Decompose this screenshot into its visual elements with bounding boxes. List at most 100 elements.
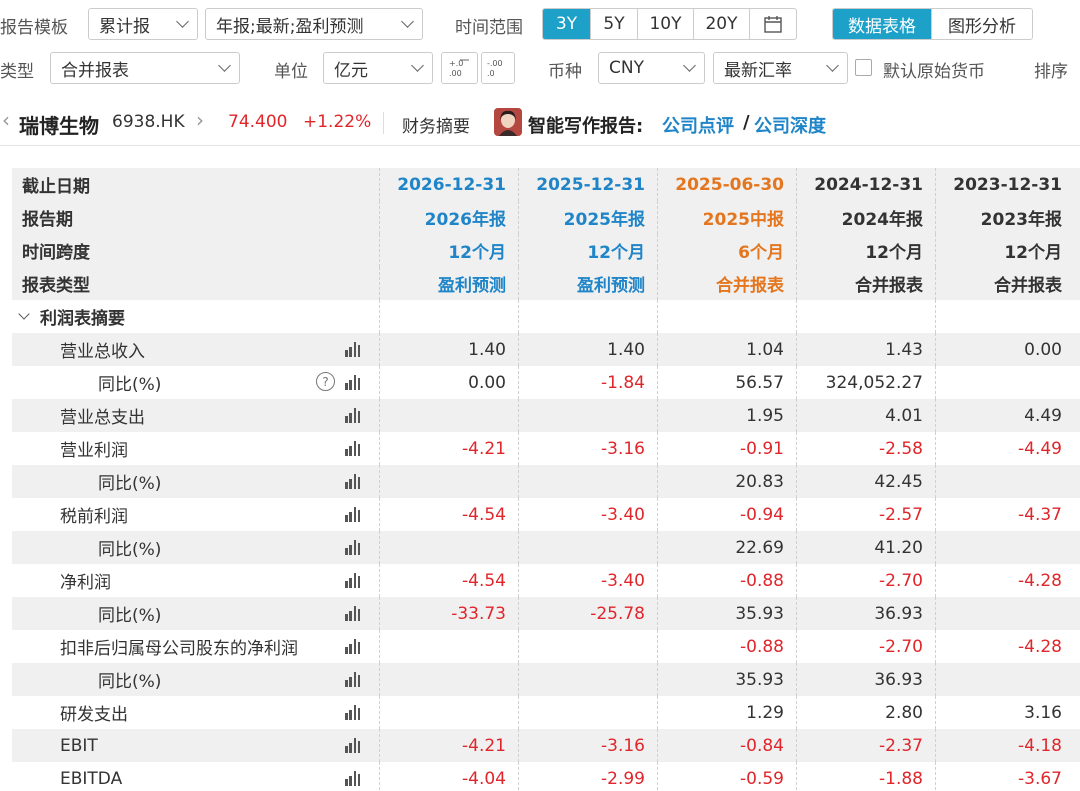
calendar-button[interactable] — [750, 9, 796, 39]
range-3y-button[interactable]: 3Y — [543, 9, 591, 39]
time-range-label: 时间范围 — [455, 18, 523, 38]
decrease-decimal-button[interactable]: -.00 .0 — [481, 52, 515, 84]
chevron-down-icon[interactable] — [18, 308, 30, 320]
value-cell: 2.80 — [796, 696, 935, 729]
unit-select-value: 亿元 — [334, 60, 368, 81]
chevron-down-icon — [411, 59, 424, 72]
value-cell: 35.93 — [657, 597, 796, 630]
value-cell: 1.40 — [379, 333, 518, 366]
bar-chart-icon[interactable] — [345, 507, 361, 522]
company-review-link[interactable]: 公司点评 — [662, 112, 734, 138]
bar-chart-icon[interactable] — [345, 474, 361, 489]
value-cell — [518, 696, 657, 729]
bar-chart-icon[interactable] — [345, 342, 361, 357]
chevron-down-icon — [683, 59, 696, 72]
stock-header: ‹ 瑞博生物 6938.HK › 74.400 +1.22% 财务摘要 智能写作… — [0, 100, 1080, 146]
type-label: 类型 — [0, 62, 34, 82]
row-label: 同比(%) — [98, 672, 162, 692]
company-depth-link[interactable]: 公司深度 — [754, 112, 826, 138]
bar-chart-icon[interactable] — [345, 771, 361, 786]
view-tabs: 数据表格 图形分析 — [832, 8, 1033, 40]
value-cell: -0.94 — [657, 498, 796, 531]
row-label: 同比(%) — [98, 606, 162, 626]
value-cell: -2.70 — [796, 564, 935, 597]
value-cell: 36.93 — [796, 663, 935, 696]
section-row[interactable]: 利润表摘要 — [12, 300, 1080, 333]
value-cell: -4.28 — [935, 564, 1074, 597]
range-10y-button[interactable]: 10Y — [638, 9, 694, 39]
bar-chart-icon[interactable] — [345, 705, 361, 720]
header-cell: 2025中报 — [657, 201, 796, 234]
bar-chart-icon[interactable] — [345, 573, 361, 588]
svg-text:.00: .00 — [449, 69, 462, 78]
value-cell — [935, 531, 1074, 564]
section-title-text: 利润表摘要 — [40, 309, 125, 329]
exchange-rate-select[interactable]: 最新汇率 — [713, 52, 848, 84]
table-row: 同比(%) 35.93 36.93 — [12, 663, 1080, 696]
header-cell: 盈利预测 — [518, 267, 657, 300]
help-icon[interactable]: ? — [316, 372, 335, 391]
tab-data-table[interactable]: 数据表格 — [833, 9, 932, 39]
bar-chart-icon[interactable] — [345, 738, 361, 753]
row-label: 扣非后归属母公司股东的净利润 — [60, 639, 298, 659]
header-cell: 2023-12-31 — [935, 168, 1074, 201]
period-select[interactable]: 年报;最新;盈利预测 — [205, 8, 423, 40]
default-currency-label: 默认原始货币 — [883, 62, 985, 82]
value-cell — [935, 597, 1074, 630]
value-cell — [379, 531, 518, 564]
table-row: 同比(%)? 0.00 -1.84 56.57 324,052.27 — [12, 366, 1080, 399]
type-select[interactable]: 合并报表 — [50, 52, 240, 84]
value-cell: -4.21 — [379, 432, 518, 465]
bar-chart-icon[interactable] — [345, 375, 361, 390]
header-cell: 2024年报 — [796, 201, 935, 234]
next-stock-icon[interactable]: › — [196, 108, 204, 132]
row-label: 同比(%) — [98, 474, 162, 494]
value-cell: -0.88 — [657, 564, 796, 597]
value-cell — [518, 465, 657, 498]
value-cell — [935, 465, 1074, 498]
bar-chart-icon[interactable] — [345, 540, 361, 555]
value-cell: 324,052.27 — [796, 366, 935, 399]
stock-code: 6938.HK — [112, 112, 185, 132]
currency-select[interactable]: CNY — [598, 52, 705, 84]
sort-label[interactable]: 排序 — [1034, 57, 1068, 82]
value-cell: -2.99 — [518, 762, 657, 791]
bar-chart-icon[interactable] — [345, 441, 361, 456]
row-label-cell: 同比(%) — [12, 465, 379, 498]
table-row: 净利润 -4.54 -3.40 -0.88 -2.70 -4.28 — [12, 564, 1080, 597]
value-cell: -3.40 — [518, 498, 657, 531]
bar-chart-icon[interactable] — [345, 672, 361, 687]
avatar-icon — [494, 108, 522, 136]
header-cell: 2025年报 — [518, 201, 657, 234]
header-cell: 12个月 — [379, 234, 518, 267]
header-row: 报告期 2026年报 2025年报 2025中报 2024年报 2023年报 — [12, 201, 1080, 234]
row-label-cell: 净利润 — [12, 564, 379, 597]
period-select-value: 年报;最新;盈利预测 — [216, 16, 364, 37]
bar-chart-icon[interactable] — [345, 408, 361, 423]
increase-decimal-button[interactable]: +.0 .00 — [441, 52, 478, 84]
table-row: 同比(%) -33.73 -25.78 35.93 36.93 — [12, 597, 1080, 630]
default-currency-checkbox[interactable] — [855, 59, 872, 76]
value-cell: -4.21 — [379, 729, 518, 762]
tab-chart-analysis[interactable]: 图形分析 — [932, 9, 1032, 39]
header-label: 报表类型 — [22, 276, 90, 296]
bar-chart-icon[interactable] — [345, 606, 361, 621]
report-template-value: 累计报 — [99, 16, 150, 37]
range-5y-button[interactable]: 5Y — [591, 9, 638, 39]
bar-chart-icon[interactable] — [345, 639, 361, 654]
value-cell: -2.58 — [796, 432, 935, 465]
row-label-cell: 研发支出 — [12, 696, 379, 729]
report-template-select[interactable]: 累计报 — [88, 8, 198, 40]
row-label: 营业利润 — [60, 441, 128, 461]
row-label-cell: 营业总收入 — [12, 333, 379, 366]
prev-stock-icon[interactable]: ‹ — [2, 108, 10, 132]
unit-select[interactable]: 亿元 — [323, 52, 433, 84]
range-20y-button[interactable]: 20Y — [694, 9, 750, 39]
chevron-down-icon — [401, 15, 414, 28]
header-cell: 合并报表 — [657, 267, 796, 300]
unit-label: 单位 — [274, 62, 308, 82]
value-cell: -4.28 — [935, 630, 1074, 663]
header-label: 报告期 — [22, 210, 73, 230]
report-template-label: 报告模板 — [0, 18, 68, 38]
row-label-cell: 扣非后归属母公司股东的净利润 — [12, 630, 379, 663]
